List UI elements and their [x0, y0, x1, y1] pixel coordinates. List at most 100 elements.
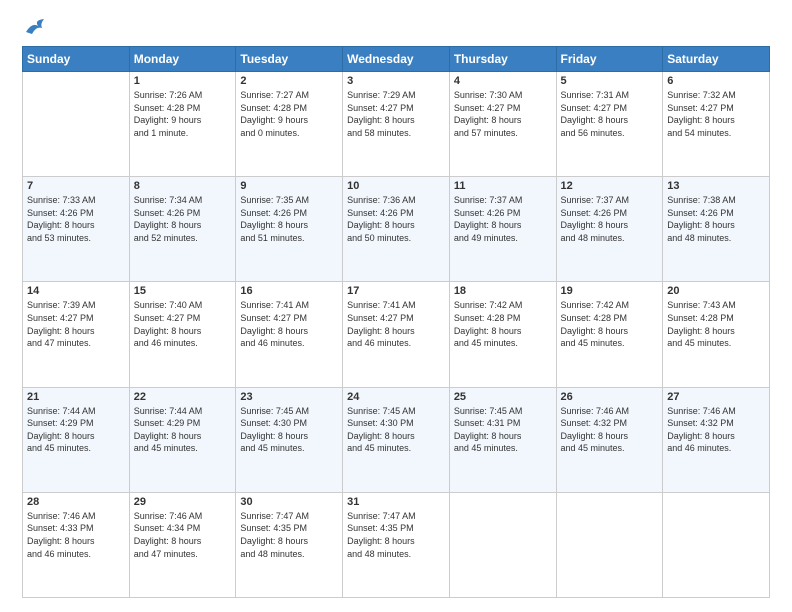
calendar-cell: 22 Sunrise: 7:44 AM Sunset: 4:29 PM Dayli… [129, 387, 236, 492]
calendar-day-header: Wednesday [343, 47, 450, 72]
day-info: Sunrise: 7:46 AM Sunset: 4:34 PM Dayligh… [134, 510, 232, 560]
day-number: 20 [667, 285, 765, 297]
calendar-cell: 2 Sunrise: 7:27 AM Sunset: 4:28 PM Daylig… [236, 72, 343, 177]
calendar-cell: 15 Sunrise: 7:40 AM Sunset: 4:27 PM Dayli… [129, 282, 236, 387]
day-info: Sunrise: 7:40 AM Sunset: 4:27 PM Dayligh… [134, 299, 232, 349]
calendar-cell: 24 Sunrise: 7:45 AM Sunset: 4:30 PM Dayli… [343, 387, 450, 492]
day-number: 19 [561, 285, 659, 297]
calendar-cell [556, 492, 663, 597]
day-number: 2 [240, 75, 338, 87]
day-number: 30 [240, 496, 338, 508]
day-info: Sunrise: 7:30 AM Sunset: 4:27 PM Dayligh… [454, 89, 552, 139]
day-number: 7 [27, 180, 125, 192]
day-number: 25 [454, 391, 552, 403]
day-number: 13 [667, 180, 765, 192]
calendar-cell: 4Sunrise: 7:30 AM Sunset: 4:27 PM Daylig… [449, 72, 556, 177]
calendar-cell: 5Sunrise: 7:31 AM Sunset: 4:27 PM Daylig… [556, 72, 663, 177]
day-info: Sunrise: 7:37 AM Sunset: 4:26 PM Dayligh… [454, 194, 552, 244]
day-number: 6 [667, 75, 765, 87]
day-number: 23 [240, 391, 338, 403]
calendar-cell: 13 Sunrise: 7:38 AM Sunset: 4:26 PM Dayli… [663, 177, 770, 282]
calendar-cell: 18 Sunrise: 7:42 AM Sunset: 4:28 PM Dayli… [449, 282, 556, 387]
day-number: 9 [240, 180, 338, 192]
calendar-cell [449, 492, 556, 597]
calendar-cell: 27Sunrise: 7:46 AM Sunset: 4:32 PM Dayli… [663, 387, 770, 492]
day-number: 11 [454, 180, 552, 192]
calendar-cell: 12 Sunrise: 7:37 AM Sunset: 4:26 PM Dayli… [556, 177, 663, 282]
calendar-cell: 16 Sunrise: 7:41 AM Sunset: 4:27 PM Dayli… [236, 282, 343, 387]
day-info: Sunrise: 7:41 AM Sunset: 4:27 PM Dayligh… [347, 299, 445, 349]
day-number: 16 [240, 285, 338, 297]
day-info: Sunrise: 7:45 AM Sunset: 4:30 PM Dayligh… [240, 405, 338, 455]
calendar-cell: 17 Sunrise: 7:41 AM Sunset: 4:27 PM Dayli… [343, 282, 450, 387]
day-number: 31 [347, 496, 445, 508]
day-info: Sunrise: 7:46 AM Sunset: 4:33 PM Dayligh… [27, 510, 125, 560]
day-info: Sunrise: 7:43 AM Sunset: 4:28 PM Dayligh… [667, 299, 765, 349]
calendar-table: SundayMondayTuesdayWednesdayThursdayFrid… [22, 46, 770, 598]
day-number: 3 [347, 75, 445, 87]
calendar-cell: 28 Sunrise: 7:46 AM Sunset: 4:33 PM Dayli… [23, 492, 130, 597]
calendar-cell: 11 Sunrise: 7:37 AM Sunset: 4:26 PM Dayli… [449, 177, 556, 282]
day-info: Sunrise: 7:42 AM Sunset: 4:28 PM Dayligh… [561, 299, 659, 349]
calendar-cell: 21 Sunrise: 7:44 AM Sunset: 4:29 PM Dayli… [23, 387, 130, 492]
calendar-cell: 25 Sunrise: 7:45 AM Sunset: 4:31 PM Dayli… [449, 387, 556, 492]
day-info: Sunrise: 7:41 AM Sunset: 4:27 PM Dayligh… [240, 299, 338, 349]
day-number: 22 [134, 391, 232, 403]
day-info: Sunrise: 7:44 AM Sunset: 4:29 PM Dayligh… [134, 405, 232, 455]
day-number: 8 [134, 180, 232, 192]
day-number: 18 [454, 285, 552, 297]
calendar-week-row: 1 Sunrise: 7:26 AM Sunset: 4:28 PM Daylig… [23, 72, 770, 177]
calendar-cell: 8 Sunrise: 7:34 AM Sunset: 4:26 PM Daylig… [129, 177, 236, 282]
calendar-cell [23, 72, 130, 177]
day-number: 15 [134, 285, 232, 297]
day-info: Sunrise: 7:38 AM Sunset: 4:26 PM Dayligh… [667, 194, 765, 244]
day-info: Sunrise: 7:39 AM Sunset: 4:27 PM Dayligh… [27, 299, 125, 349]
logo [22, 18, 46, 36]
day-info: Sunrise: 7:37 AM Sunset: 4:26 PM Dayligh… [561, 194, 659, 244]
calendar-cell: 30 Sunrise: 7:47 AM Sunset: 4:35 PM Dayli… [236, 492, 343, 597]
calendar-cell: 6 Sunrise: 7:32 AM Sunset: 4:27 PM Daylig… [663, 72, 770, 177]
calendar-cell: 3 Sunrise: 7:29 AM Sunset: 4:27 PM Daylig… [343, 72, 450, 177]
day-info: Sunrise: 7:26 AM Sunset: 4:28 PM Dayligh… [134, 89, 232, 139]
calendar-cell: 23 Sunrise: 7:45 AM Sunset: 4:30 PM Dayli… [236, 387, 343, 492]
calendar-cell: 29 Sunrise: 7:46 AM Sunset: 4:34 PM Dayli… [129, 492, 236, 597]
calendar-day-header: Friday [556, 47, 663, 72]
calendar-day-header: Monday [129, 47, 236, 72]
calendar-cell: 31Sunrise: 7:47 AM Sunset: 4:35 PM Dayli… [343, 492, 450, 597]
day-number: 21 [27, 391, 125, 403]
calendar-day-header: Thursday [449, 47, 556, 72]
day-info: Sunrise: 7:35 AM Sunset: 4:26 PM Dayligh… [240, 194, 338, 244]
day-number: 14 [27, 285, 125, 297]
day-info: Sunrise: 7:45 AM Sunset: 4:31 PM Dayligh… [454, 405, 552, 455]
day-number: 1 [134, 75, 232, 87]
day-number: 10 [347, 180, 445, 192]
day-number: 28 [27, 496, 125, 508]
day-info: Sunrise: 7:27 AM Sunset: 4:28 PM Dayligh… [240, 89, 338, 139]
calendar-cell [663, 492, 770, 597]
day-info: Sunrise: 7:29 AM Sunset: 4:27 PM Dayligh… [347, 89, 445, 139]
day-number: 29 [134, 496, 232, 508]
calendar-week-row: 28 Sunrise: 7:46 AM Sunset: 4:33 PM Dayli… [23, 492, 770, 597]
day-info: Sunrise: 7:34 AM Sunset: 4:26 PM Dayligh… [134, 194, 232, 244]
day-info: Sunrise: 7:32 AM Sunset: 4:27 PM Dayligh… [667, 89, 765, 139]
calendar-cell: 7Sunrise: 7:33 AM Sunset: 4:26 PM Daylig… [23, 177, 130, 282]
day-number: 12 [561, 180, 659, 192]
day-info: Sunrise: 7:36 AM Sunset: 4:26 PM Dayligh… [347, 194, 445, 244]
day-number: 17 [347, 285, 445, 297]
calendar-cell: 26Sunrise: 7:46 AM Sunset: 4:32 PM Dayli… [556, 387, 663, 492]
calendar-cell: 1 Sunrise: 7:26 AM Sunset: 4:28 PM Daylig… [129, 72, 236, 177]
day-info: Sunrise: 7:42 AM Sunset: 4:28 PM Dayligh… [454, 299, 552, 349]
calendar-week-row: 7Sunrise: 7:33 AM Sunset: 4:26 PM Daylig… [23, 177, 770, 282]
day-info: Sunrise: 7:47 AM Sunset: 4:35 PM Dayligh… [240, 510, 338, 560]
day-info: Sunrise: 7:44 AM Sunset: 4:29 PM Dayligh… [27, 405, 125, 455]
logo-bird-icon [24, 18, 46, 36]
day-info: Sunrise: 7:45 AM Sunset: 4:30 PM Dayligh… [347, 405, 445, 455]
calendar-day-header: Tuesday [236, 47, 343, 72]
calendar-week-row: 21 Sunrise: 7:44 AM Sunset: 4:29 PM Dayli… [23, 387, 770, 492]
calendar-day-header: Saturday [663, 47, 770, 72]
day-number: 24 [347, 391, 445, 403]
calendar-day-header: Sunday [23, 47, 130, 72]
day-info: Sunrise: 7:46 AM Sunset: 4:32 PM Dayligh… [561, 405, 659, 455]
calendar-week-row: 14 Sunrise: 7:39 AM Sunset: 4:27 PM Dayli… [23, 282, 770, 387]
day-number: 27 [667, 391, 765, 403]
